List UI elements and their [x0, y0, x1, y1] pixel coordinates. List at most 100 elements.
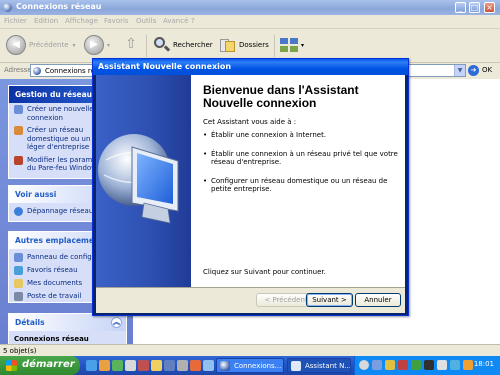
views-button[interactable]: ▾ [280, 33, 304, 57]
address-label: Adresse [4, 66, 32, 74]
dialog-body: Bienvenue dans l'Assistant Nouvelle conn… [96, 75, 405, 313]
quicklaunch-app-icon[interactable] [190, 360, 201, 371]
place-label: Favoris réseau [27, 266, 78, 274]
menu-edit[interactable]: Edition [34, 17, 58, 25]
folders-label: Dossiers [239, 41, 269, 49]
control-panel-icon [14, 253, 23, 262]
address-dropdown-icon[interactable]: ▼ [454, 65, 465, 76]
menu-bar: Fichier Edition Affichage Favoris Outils… [0, 15, 500, 29]
link-label: Dépannage réseau [27, 207, 94, 215]
network-places-icon [14, 266, 23, 275]
place-label: Poste de travail [27, 292, 82, 300]
forward-arrow-icon: ▶ [84, 35, 104, 55]
help-icon [14, 207, 23, 216]
taskbar-item-network-connections[interactable]: Connexions... [216, 358, 284, 373]
monitor-globe-icon [98, 134, 179, 224]
collapse-chevron-icon[interactable]: ︽ [111, 317, 122, 328]
folders-button[interactable]: Dossiers [218, 33, 269, 57]
minimize-button[interactable]: _ [455, 2, 466, 13]
wizard-heading: Bienvenue dans l'Assistant Nouvelle conn… [203, 83, 359, 110]
dialog-title-bar[interactable]: Assistant Nouvelle connexion [93, 59, 408, 75]
folders-icon [218, 36, 236, 54]
new-connection-wizard-dialog: Assistant Nouvelle connexion Bienvenue d… [92, 58, 409, 316]
quicklaunch-app-icon[interactable] [138, 360, 149, 371]
wizard-icon [291, 361, 301, 371]
quicklaunch-app-icon[interactable] [125, 360, 136, 371]
menu-view[interactable]: Affichage [65, 17, 98, 25]
close-button[interactable]: × [484, 2, 495, 13]
network-connections-icon [33, 67, 41, 75]
search-button[interactable]: Rechercher [152, 33, 213, 57]
back-label: Précédente [29, 41, 69, 49]
new-connection-icon [14, 105, 23, 114]
views-dropdown-icon: ▾ [301, 41, 305, 49]
back-button[interactable]: ◀ Précédente ▾ [6, 33, 76, 57]
tray-icon[interactable] [359, 360, 369, 370]
tray-icon[interactable] [424, 360, 434, 370]
taskbar-item-wizard[interactable]: Assistant N... [287, 358, 351, 373]
tray-icon[interactable] [372, 360, 382, 370]
search-label: Rechercher [173, 41, 213, 49]
next-button[interactable]: Suivant > [306, 293, 353, 307]
my-documents-icon [14, 279, 23, 288]
start-label: démarrer [22, 359, 75, 370]
menu-advanced[interactable]: Avancé [163, 17, 188, 25]
tray-icon[interactable] [398, 360, 408, 370]
forward-button[interactable]: ▶ ▾ [84, 33, 110, 57]
status-bar: 5 objet(s) [0, 344, 500, 356]
details-title-label: Détails [15, 318, 45, 327]
task-label: Assistant N... [305, 362, 351, 370]
start-button[interactable]: démarrer [0, 356, 80, 375]
cancel-button[interactable]: Annuler [355, 293, 401, 307]
quicklaunch-ie-icon[interactable] [86, 360, 97, 371]
volume-icon[interactable] [437, 360, 447, 370]
clock[interactable]: 18:01 [474, 360, 494, 368]
firewall-icon [14, 155, 23, 165]
bullet-item: Établir une connexion à Internet. [203, 131, 399, 140]
search-icon [152, 36, 171, 54]
menu-favorites[interactable]: Favoris [104, 17, 129, 25]
tray-icon[interactable] [411, 360, 421, 370]
views-icon [280, 38, 298, 52]
quicklaunch-media-icon[interactable] [99, 360, 110, 371]
menu-tools[interactable]: Outils [136, 17, 156, 25]
quicklaunch-app-icon[interactable] [112, 360, 123, 371]
quicklaunch-app-icon[interactable] [177, 360, 188, 371]
home-network-icon [14, 126, 23, 135]
wizard-intro: Cet Assistant vous aide à : [203, 118, 297, 126]
window-title: Connexions réseau [16, 2, 102, 11]
up-folder-button[interactable]: ⇧ [122, 33, 140, 57]
maximize-button[interactable]: □ [469, 2, 480, 13]
network-connections-icon [3, 3, 12, 12]
wizard-banner [96, 75, 191, 287]
tray-icon[interactable] [385, 360, 395, 370]
quicklaunch-app-icon[interactable] [164, 360, 175, 371]
main-title-bar[interactable]: Connexions réseau _ □ × [0, 0, 500, 15]
tray-icon[interactable] [463, 360, 473, 370]
wizard-bullet-list: Établir une connexion à Internet. Établi… [203, 131, 399, 204]
details-title[interactable]: Détails ︽ [9, 314, 126, 331]
windows-flag-icon [6, 360, 17, 371]
toolbar-separator [146, 35, 147, 57]
tray-icon[interactable] [450, 360, 460, 370]
menu-help[interactable]: ? [191, 17, 195, 25]
network-connections-icon [220, 361, 230, 371]
system-tray: 18:01 [354, 356, 500, 375]
bullet-item: Établir une connexion à un réseau privé … [203, 150, 399, 167]
back-arrow-icon: ◀ [6, 35, 26, 55]
place-label: Mes documents [27, 279, 83, 287]
go-button[interactable]: OK [482, 66, 492, 74]
task-label: Connexions... [234, 362, 282, 370]
up-arrow-icon: ⇧ [125, 36, 137, 52]
dialog-title: Assistant Nouvelle connexion [98, 62, 232, 71]
quicklaunch-app-icon[interactable] [203, 360, 214, 371]
menu-file[interactable]: Fichier [4, 17, 27, 25]
back-dropdown-icon: ▾ [72, 41, 76, 49]
bullet-item: Configurer un réseau domestique ou un ré… [203, 177, 399, 194]
toolbar-separator [274, 35, 275, 57]
quicklaunch-app-icon[interactable] [151, 360, 162, 371]
dialog-button-area: < Précédent Suivant > Annuler [96, 288, 405, 313]
details-panel: Détails ︽ Connexions réseau [8, 313, 127, 344]
go-arrow-icon[interactable]: ➔ [468, 65, 479, 76]
forward-dropdown-icon: ▾ [107, 41, 111, 49]
